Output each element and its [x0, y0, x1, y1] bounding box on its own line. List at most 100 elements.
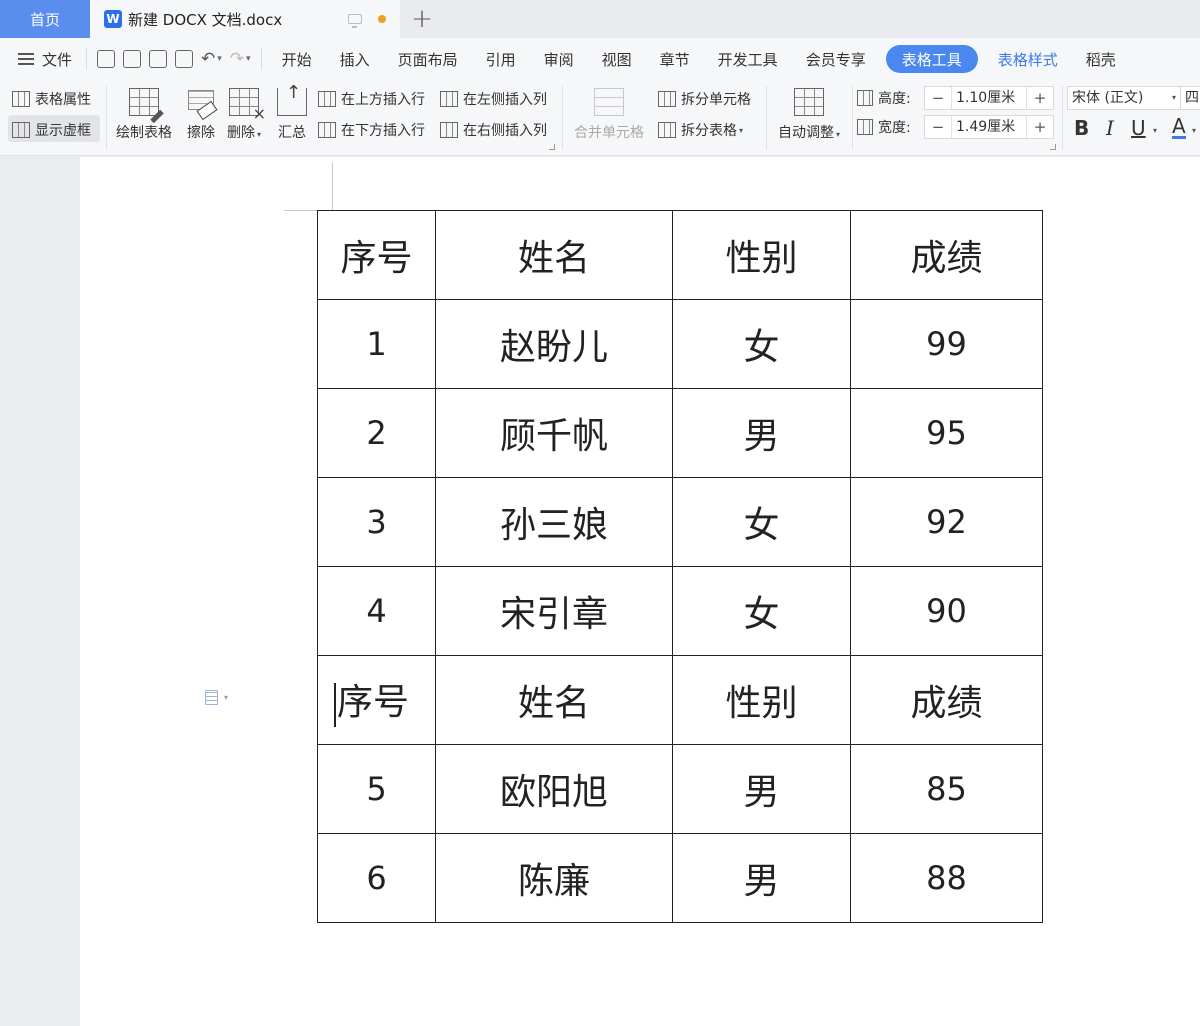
table-cell-name[interactable]: 顾千帆: [435, 388, 673, 478]
erase-button[interactable]: 擦除: [186, 88, 216, 142]
grades-table[interactable]: 序号 姓名 性别 成绩 1 赵盼儿女 99 2 顾千帆男 95 3 孙三娘女 92 4 宋引章女 90 序号 姓名…: [317, 210, 1043, 923]
table-cell-gender[interactable]: 男: [672, 744, 851, 834]
table-cell-seq[interactable]: 6: [317, 833, 436, 923]
table-cell-seq[interactable]: 3: [317, 477, 436, 567]
column-width-stepper[interactable]: − 1.49厘米 +: [924, 115, 1054, 139]
table-cell-gender[interactable]: 女: [672, 299, 851, 389]
print-icon[interactable]: [149, 50, 167, 68]
font-color-dropdown-icon[interactable]: ▾: [1192, 126, 1196, 135]
table-cell-seq[interactable]: 4: [317, 566, 436, 656]
split-table-button[interactable]: 拆分表格 ▾: [658, 120, 743, 140]
redo-icon[interactable]: ↷: [230, 50, 244, 68]
table-cell-gender[interactable]: 性别: [672, 210, 851, 300]
tab-home[interactable]: 首页: [0, 0, 90, 38]
table-row: 4 宋引章 女 90: [317, 566, 1043, 656]
table-cell-score[interactable]: 95: [850, 388, 1043, 478]
menu-tab-developer[interactable]: 开发工具: [704, 45, 792, 73]
bold-button[interactable]: B: [1074, 116, 1089, 140]
merge-cells-icon: [594, 88, 624, 116]
table-cell-name[interactable]: 陈廉: [435, 833, 673, 923]
table-cell-name[interactable]: 宋引章: [435, 566, 673, 656]
undo-icon[interactable]: ↶: [201, 50, 215, 68]
table-cell-gender[interactable]: 性别: [672, 655, 851, 745]
table-cell-seq[interactable]: 2: [317, 388, 436, 478]
undo-dropdown-icon[interactable]: ▾: [217, 54, 222, 64]
column-width-increase-button[interactable]: +: [1027, 118, 1053, 136]
split-cells-button[interactable]: 拆分单元格: [658, 89, 751, 109]
menu-tab-home[interactable]: 开始: [268, 45, 326, 73]
save-icon[interactable]: [97, 50, 115, 68]
insert-row-above-button[interactable]: 在上方插入行: [318, 89, 425, 109]
table-cell-name[interactable]: 姓名: [435, 655, 673, 745]
table-cell-text: 性别: [725, 238, 798, 279]
menu-tab-insert[interactable]: 插入: [326, 45, 384, 73]
table-cell-score[interactable]: 85: [850, 744, 1043, 834]
menu-tab-member[interactable]: 会员专享: [792, 45, 880, 73]
menu-tab-table-tools[interactable]: 表格工具: [885, 45, 978, 73]
table-cell-gender[interactable]: 女: [672, 477, 851, 567]
menu-tab-section[interactable]: 章节: [646, 45, 704, 73]
summary-button[interactable]: 汇总: [277, 82, 307, 142]
row-height-decrease-button[interactable]: −: [925, 89, 951, 107]
row-height-stepper[interactable]: − 1.10厘米 +: [924, 86, 1054, 110]
row-height-value[interactable]: 1.10厘米: [951, 87, 1027, 109]
show-gridlines-button[interactable]: 显示虚框: [12, 120, 91, 140]
table-cell-seq[interactable]: 序号: [317, 210, 436, 300]
menu-tab-docer[interactable]: 稻壳: [1072, 45, 1130, 73]
paragraph-layout-button[interactable]: ▾: [205, 690, 228, 705]
hamburger-icon: [18, 53, 34, 65]
table-cell-score[interactable]: 90: [850, 566, 1043, 656]
table-properties-button[interactable]: 表格属性: [12, 89, 91, 109]
delete-button[interactable]: 删除▾: [227, 88, 266, 142]
table-cell-seq[interactable]: 1: [317, 299, 436, 389]
table-cell-score[interactable]: 92: [850, 477, 1043, 567]
merge-cells-button[interactable]: 合并单元格: [574, 88, 644, 142]
font-name-select[interactable]: 宋体 (正文) ▾: [1067, 86, 1181, 110]
table-cell-seq[interactable]: 5: [317, 744, 436, 834]
export-icon[interactable]: [123, 50, 141, 68]
menu-tab-view[interactable]: 视图: [588, 45, 646, 73]
document-page[interactable]: ▾ 序号 姓名 性别 成绩 1 赵盼儿女 99 2 顾千帆男 95 3 孙三娘女 92 4 宋引章女 90 序号…: [80, 157, 1200, 1026]
table-cell-gender[interactable]: 男: [672, 388, 851, 478]
monitor-icon[interactable]: [348, 14, 362, 28]
menu-tab-table-style[interactable]: 表格样式: [984, 45, 1072, 73]
auto-fit-button[interactable]: 自动调整 ▾: [778, 88, 840, 142]
row-height-increase-button[interactable]: +: [1027, 89, 1053, 107]
print-preview-icon[interactable]: [175, 50, 193, 68]
underline-button[interactable]: U: [1131, 116, 1146, 140]
table-cell-seq[interactable]: 序号: [317, 655, 436, 745]
draw-table-button[interactable]: 绘制表格: [116, 88, 172, 142]
table-cell-name[interactable]: 欧阳旭: [435, 744, 673, 834]
font-color-button[interactable]: A: [1172, 116, 1186, 139]
insert-column-left-button[interactable]: 在左侧插入列: [440, 89, 547, 109]
menu-tab-references[interactable]: 引用: [472, 45, 530, 73]
underline-dropdown-icon[interactable]: ▾: [1153, 126, 1157, 135]
table-cell-name[interactable]: 赵盼儿: [435, 299, 673, 389]
menu-tab-page-layout[interactable]: 页面布局: [384, 45, 472, 73]
insert-group-launcher-icon[interactable]: [549, 144, 555, 150]
table-cell-name[interactable]: 姓名: [435, 210, 673, 300]
new-tab-button[interactable]: +: [400, 0, 444, 38]
menu-bar: 文件 ↶ ▾ ↷ ▾ 开始 插入 页面布局 引用 审阅 视图 章节 开发工具 会…: [0, 38, 1200, 80]
customize-toolbar-icon[interactable]: ▾: [246, 54, 251, 64]
menu-tab-review[interactable]: 审阅: [530, 45, 588, 73]
table-cell-name[interactable]: 孙三娘: [435, 477, 673, 567]
italic-button[interactable]: I: [1106, 116, 1114, 140]
table-cell-score[interactable]: 99: [850, 299, 1043, 389]
size-group-launcher-icon[interactable]: [1050, 144, 1056, 150]
column-width-decrease-button[interactable]: −: [925, 118, 951, 136]
table-cell-gender[interactable]: 女: [672, 566, 851, 656]
table-cell-gender[interactable]: 男: [672, 833, 851, 923]
split-table-dropdown-icon: ▾: [739, 125, 744, 135]
tab-document[interactable]: W 新建 DOCX 文档.docx: [90, 0, 400, 38]
column-width-value[interactable]: 1.49厘米: [951, 116, 1027, 138]
insert-column-right-button[interactable]: 在右侧插入列: [440, 120, 547, 140]
table-cell-score[interactable]: 成绩: [850, 210, 1043, 300]
font-size-select[interactable]: 四: [1180, 86, 1200, 110]
table-cell-score[interactable]: 88: [850, 833, 1043, 923]
insert-row-below-button[interactable]: 在下方插入行: [318, 120, 425, 140]
table-cell-text: 95: [926, 414, 967, 452]
table-cell-score[interactable]: 成绩: [850, 655, 1043, 745]
file-menu-button[interactable]: 文件: [0, 49, 86, 70]
table-row: 3 孙三娘 女 92: [317, 477, 1043, 567]
